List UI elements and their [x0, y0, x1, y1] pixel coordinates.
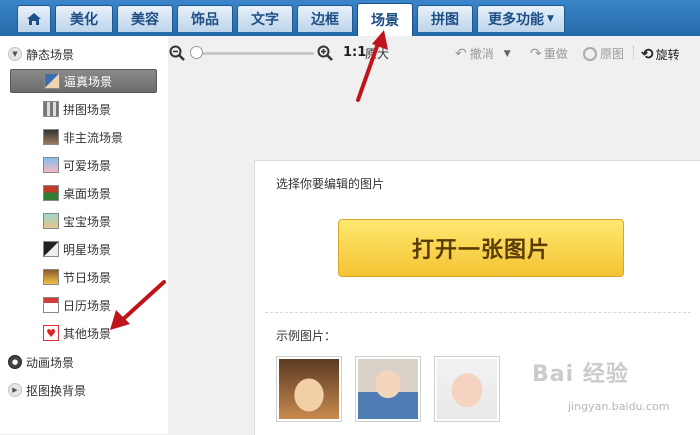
zoom-slider-handle[interactable]: [190, 46, 203, 59]
nonmainstream-scene-icon: [43, 129, 59, 145]
group-animated-scene[interactable]: ● 动画场景: [8, 352, 74, 372]
collage-scene-icon: [43, 101, 59, 117]
original-label: 原图: [600, 47, 625, 61]
redo-button[interactable]: ↷ 重做: [530, 45, 568, 62]
tab-home[interactable]: [17, 5, 51, 32]
scene-item-cute[interactable]: 可爱场景: [10, 153, 157, 177]
tab-accessories[interactable]: 饰品: [177, 5, 233, 32]
undo-button[interactable]: ↶ 撤消 ▼: [455, 45, 511, 62]
scene-item-label: 逼真场景: [64, 74, 113, 89]
tab-more-label: 更多功能: [488, 12, 545, 28]
open-image-button[interactable]: 打开一张图片: [338, 219, 624, 277]
star-scene-icon: [43, 241, 59, 257]
divider: [265, 312, 691, 314]
toolbar: 1:1 原大 ↶ 撤消 ▼ ↷ 重做 原图 ⟲ 旋转: [168, 36, 700, 70]
group-label: 抠图换背景: [26, 383, 87, 398]
scene-item-nonmainstream[interactable]: 非主流场景: [10, 125, 157, 149]
collapse-triangle-icon: ▼: [8, 47, 22, 61]
tab-frame[interactable]: 边框: [297, 5, 353, 32]
heart-scene-icon: ♥: [43, 325, 59, 341]
original-image-button[interactable]: 原图: [583, 45, 624, 62]
chevron-down-icon[interactable]: ▼: [504, 49, 511, 59]
scene-item-collage[interactable]: 拼图场景: [10, 97, 157, 121]
cute-scene-icon: [43, 157, 59, 173]
home-icon: [27, 13, 41, 25]
rotate-button[interactable]: ⟲ 旋转: [641, 45, 680, 63]
tab-more-functions[interactable]: 更多功能 ▼: [477, 5, 565, 32]
scene-item-label: 可爱场景: [63, 158, 112, 173]
tab-beautify[interactable]: 美化: [55, 5, 113, 32]
watermark-url: jingyan.baidu.com: [568, 400, 670, 413]
undo-label: 撤消: [469, 47, 494, 61]
tab-text[interactable]: 文字: [237, 5, 293, 32]
chevron-down-icon: ▼: [547, 14, 554, 24]
toolbar-separator: [633, 46, 635, 60]
samples-label: 示例图片：: [276, 329, 337, 343]
scene-category-panel: ▼ 静态场景 逼真场景 拼图场景 非主流场景 可爱场景 桌面场景 宝宝场景 明星…: [0, 36, 169, 434]
scene-item-star[interactable]: 明星场景: [10, 237, 157, 261]
scene-item-label: 宝宝场景: [63, 214, 112, 229]
annotation-arrow-top: [356, 30, 388, 102]
scene-item-baby[interactable]: 宝宝场景: [10, 209, 157, 233]
zoom-out-icon[interactable]: [169, 45, 185, 61]
rotate-label: 旋转: [655, 47, 680, 62]
sample-image-2[interactable]: [355, 356, 421, 422]
scene-item-label: 桌面场景: [63, 186, 112, 201]
realistic-scene-icon: [44, 73, 60, 89]
festival-scene-icon: [43, 269, 59, 285]
sample-image-3[interactable]: [434, 356, 500, 422]
scene-item-label: 明星场景: [63, 242, 112, 257]
zoom-in-icon[interactable]: [317, 45, 333, 61]
tab-collage[interactable]: 拼图: [417, 5, 473, 32]
undo-icon: ↶: [455, 45, 467, 62]
group-label: 静态场景: [26, 47, 75, 62]
zoom-slider-track[interactable]: [198, 52, 314, 55]
panel-prompt: 选择你要编辑的图片: [276, 177, 385, 191]
scene-item-realistic[interactable]: 逼真场景: [10, 69, 157, 93]
scene-item-desktop[interactable]: 桌面场景: [10, 181, 157, 205]
rotate-icon: ⟲: [641, 45, 654, 63]
redo-icon: ↷: [530, 45, 542, 62]
expand-triangle-icon: ▶: [8, 383, 22, 397]
sample-photo-woman-denim: [358, 359, 418, 419]
baby-scene-icon: [43, 213, 59, 229]
animated-scene-icon: ●: [8, 355, 22, 369]
redo-label: 重做: [543, 47, 568, 61]
baidu-watermark: Bai 经验: [532, 362, 629, 387]
group-static-scene[interactable]: ▼ 静态场景: [8, 44, 74, 64]
group-label: 动画场景: [26, 355, 75, 370]
scene-item-label: 非主流场景: [63, 130, 124, 145]
sample-photo-baby: [437, 359, 497, 419]
calendar-scene-icon: [43, 297, 59, 313]
sample-image-1[interactable]: [276, 356, 342, 422]
sample-photo-woman-bangs: [279, 359, 339, 419]
desktop-scene-icon: [43, 185, 59, 201]
tab-beauty[interactable]: 美容: [117, 5, 173, 32]
group-cutout-background[interactable]: ▶ 抠图换背景: [8, 380, 86, 400]
annotation-arrow-left: [110, 280, 166, 330]
open-image-panel: 选择你要编辑的图片 打开一张图片 示例图片：: [254, 160, 700, 435]
circle-icon: [583, 46, 597, 61]
scene-item-label: 拼图场景: [63, 102, 112, 117]
